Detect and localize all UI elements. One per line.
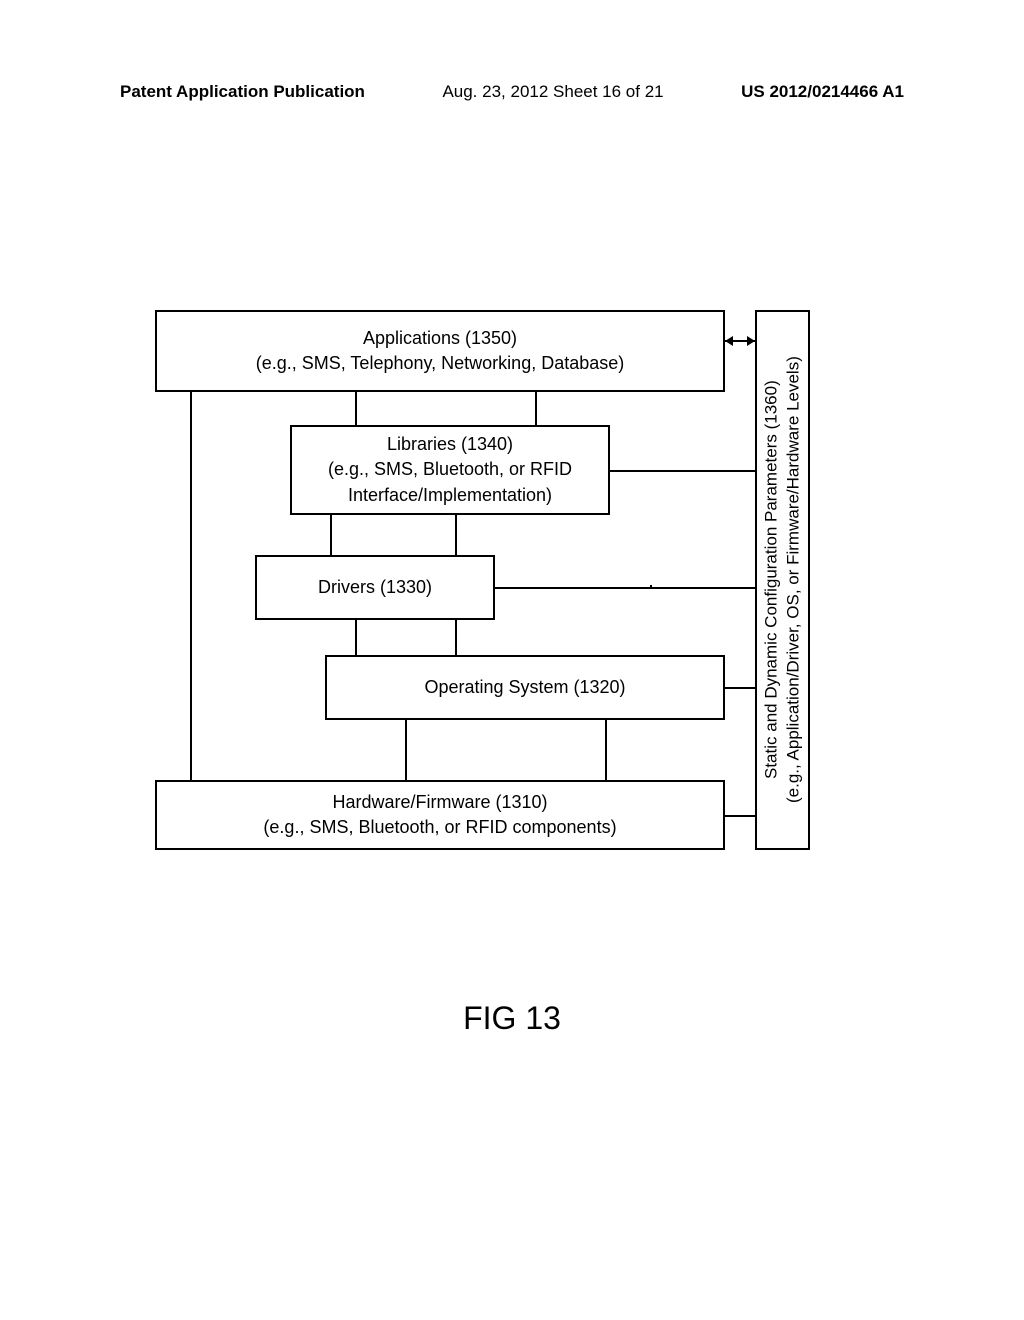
libraries-title: Libraries (1340) xyxy=(387,432,513,457)
libraries-desc-1: (e.g., SMS, Bluetooth, or RFID xyxy=(328,457,572,482)
tick-lib-params xyxy=(650,585,652,589)
connector-drv-os-left xyxy=(355,620,357,655)
connector-os-hw-left xyxy=(405,720,407,780)
box-config-params: Static and Dynamic Configuration Paramet… xyxy=(755,310,810,850)
box-operating-system: Operating System (1320) xyxy=(325,655,725,720)
connector-os-hw-right xyxy=(605,720,607,780)
connector-os-params xyxy=(725,687,755,689)
figure-label: FIG 13 xyxy=(0,1000,1024,1037)
connector-hw-params xyxy=(725,815,755,817)
applications-title: Applications (1350) xyxy=(363,326,517,351)
connector-lib-drv-left xyxy=(330,515,332,555)
connector-drv-os-right xyxy=(455,620,457,655)
params-desc: (e.g., Application/Driver, OS, or Firmwa… xyxy=(783,357,805,804)
connector-left-vertical xyxy=(190,392,192,780)
box-libraries: Libraries (1340) (e.g., SMS, Bluetooth, … xyxy=(290,425,610,515)
libraries-desc-2: Interface/Implementation) xyxy=(348,483,552,508)
params-title: Static and Dynamic Configuration Paramet… xyxy=(760,381,782,780)
connector-app-lib-left xyxy=(355,392,357,425)
drivers-title: Drivers (1330) xyxy=(318,575,432,600)
box-hardware: Hardware/Firmware (1310) (e.g., SMS, Blu… xyxy=(155,780,725,850)
connector-lib-drv-right xyxy=(455,515,457,555)
header-publication: Patent Application Publication xyxy=(120,82,365,102)
arrow-app-params-right xyxy=(747,336,755,346)
page-header: Patent Application Publication Aug. 23, … xyxy=(0,82,1024,102)
box-applications: Applications (1350) (e.g., SMS, Telephon… xyxy=(155,310,725,392)
hardware-desc: (e.g., SMS, Bluetooth, or RFID component… xyxy=(263,815,616,840)
connector-drv-params xyxy=(495,587,755,589)
arrow-app-params-left xyxy=(725,336,733,346)
applications-desc: (e.g., SMS, Telephony, Networking, Datab… xyxy=(256,351,625,376)
diagram: Applications (1350) (e.g., SMS, Telephon… xyxy=(155,310,875,870)
header-patent-number: US 2012/0214466 A1 xyxy=(741,82,904,102)
box-drivers: Drivers (1330) xyxy=(255,555,495,620)
hardware-title: Hardware/Firmware (1310) xyxy=(332,790,547,815)
header-date-sheet: Aug. 23, 2012 Sheet 16 of 21 xyxy=(442,82,663,102)
connector-lib-params xyxy=(610,470,755,472)
connector-app-lib-right xyxy=(535,392,537,425)
os-title: Operating System (1320) xyxy=(424,675,625,700)
